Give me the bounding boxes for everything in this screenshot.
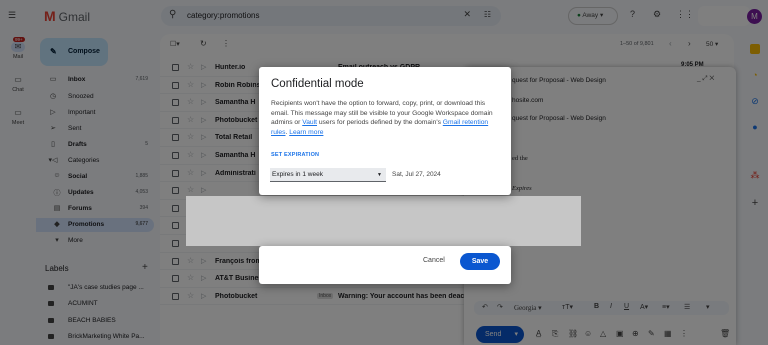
expiration-date: Sat, Jul 27, 2024 <box>392 171 441 178</box>
cancel-button[interactable]: Cancel <box>423 257 445 264</box>
set-expiration-heading: SET EXPIRATION <box>271 152 320 158</box>
confidential-mode-dialog: Confidential mode Recipients won't have … <box>259 67 511 195</box>
dialog-placeholder-area <box>186 196 581 246</box>
dropdown-arrow-icon: ▼ <box>377 172 382 178</box>
expiration-select[interactable]: Expires in 1 week ▼ <box>270 168 386 182</box>
save-button[interactable]: Save <box>460 253 500 270</box>
learn-more-link[interactable]: Learn more <box>289 129 323 136</box>
dialog-title: Confidential mode <box>271 78 364 90</box>
dialog-body: Recipients won't have the option to forw… <box>271 100 493 136</box>
dialog-actions: Cancel Save <box>259 246 511 284</box>
vault-link[interactable]: Vault <box>302 119 317 126</box>
